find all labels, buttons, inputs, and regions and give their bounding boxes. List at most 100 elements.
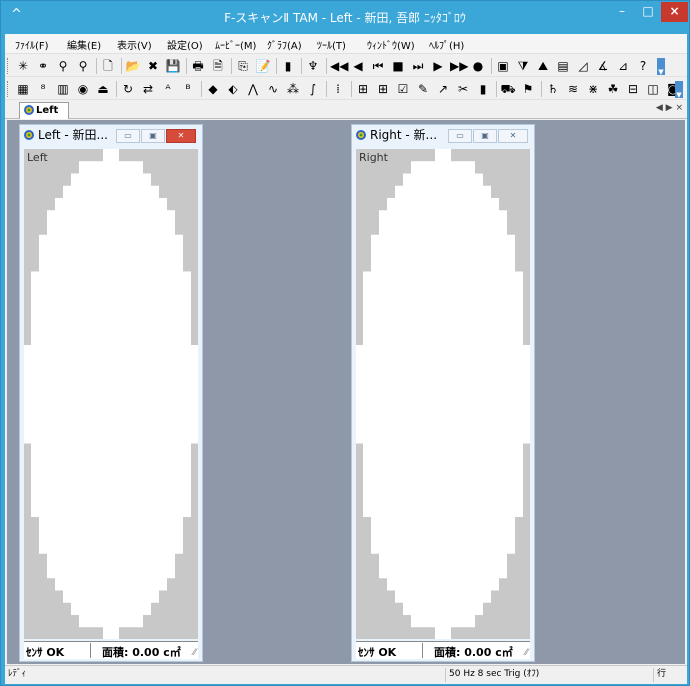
abc-2-icon[interactable]: ᴮ <box>180 81 196 97</box>
sparkle-icon[interactable]: ✳ <box>15 58 31 74</box>
rotate-icon[interactable]: ↻ <box>120 81 136 97</box>
graph-icon[interactable]: ✎ <box>415 81 431 97</box>
center-of-force-icon[interactable]: ◉ <box>75 81 91 97</box>
diff-icon[interactable]: ⋇ <box>585 81 601 97</box>
contour-icon[interactable]: ▥ <box>55 81 71 97</box>
left-area-readout: 面積: 0.00 c㎡ <box>102 646 181 659</box>
sensor-row <box>39 541 183 554</box>
first-frame-icon[interactable]: ⏮ <box>370 58 386 74</box>
right-window-statusbar: ｾﾝｻ OK 面積: 0.00 c㎡ ⁄⁄ <box>356 641 530 659</box>
play-icon[interactable]: ▶ <box>430 58 446 74</box>
right-window-restore-button[interactable]: ▣ <box>473 129 497 143</box>
right-pressure-plot[interactable]: Right <box>356 149 530 639</box>
menu-graph[interactable]: ｸﾞﾗﾌ(A) <box>267 37 302 52</box>
swap-icon[interactable]: ⇄ <box>140 81 156 97</box>
delete-icon[interactable]: ✖ <box>145 58 161 74</box>
menu-window[interactable]: ｳｨﾝﾄﾞｳ(W) <box>367 37 415 52</box>
fast-forward-icon[interactable]: ▶▶ <box>450 58 468 74</box>
car-icon[interactable]: ⛟ <box>500 81 516 97</box>
filter-icon[interactable]: ⧩ <box>515 58 531 74</box>
tab-left[interactable]: Left <box>19 102 69 119</box>
camera-icon[interactable]: ▣ <box>495 58 511 74</box>
pattern-icon[interactable]: ⁂ <box>285 81 301 97</box>
grid-color-icon[interactable]: ▦ <box>15 81 31 97</box>
sensor-row <box>356 357 530 370</box>
menu-help[interactable]: ﾍﾙﾌﾟ(H) <box>429 37 464 52</box>
menu-file[interactable]: ﾌｧｲﾙ(F) <box>15 37 49 52</box>
left-pressure-plot[interactable]: Left <box>24 149 198 639</box>
book-icon[interactable]: ▤ <box>555 58 571 74</box>
line-icon[interactable]: ⋀ <box>245 81 261 97</box>
stop-icon[interactable]: ■ <box>390 58 406 74</box>
resize-grip-icon[interactable]: ⁄⁄ <box>193 648 196 658</box>
split-v-icon[interactable]: ◫ <box>645 81 661 97</box>
save-icon[interactable]: 💾 <box>165 58 181 74</box>
title-bar[interactable]: ^ F-スキャンⅡ TAM - Left - 新田, 吾郎 ﾆｯﾀｺﾞﾛｳ – … <box>1 1 689 34</box>
cut-icon[interactable]: ✂ <box>455 81 471 97</box>
node-icon[interactable]: ⚭ <box>35 58 51 74</box>
sensor-icon[interactable]: ♆ <box>305 58 321 74</box>
left-window-close-button[interactable]: ✕ <box>166 129 196 143</box>
wave-2-icon[interactable]: ≋ <box>565 81 581 97</box>
open-folder-icon[interactable]: 📂 <box>125 58 141 74</box>
copy-icon[interactable]: ⎘ <box>235 58 251 74</box>
graph-check-icon[interactable]: ☑ <box>395 81 411 97</box>
help-icon[interactable]: ? <box>635 58 651 74</box>
left-plot-label: Left <box>27 151 48 164</box>
angle-icon[interactable]: ∡ <box>595 58 611 74</box>
sensor-map-icon[interactable]: ♄ <box>545 81 561 97</box>
toolbar-grip[interactable] <box>7 58 10 74</box>
print-icon[interactable]: 🖶 <box>190 58 206 74</box>
axis-icon[interactable]: ↗ <box>435 81 451 97</box>
split-h-icon[interactable]: ⊟ <box>625 81 641 97</box>
toolbar-overflow-icon[interactable]: ▼ <box>675 81 683 99</box>
menu-settings[interactable]: 設定(O) <box>167 37 203 52</box>
notes-icon[interactable]: 📝 <box>255 58 271 74</box>
sensor-row <box>371 247 515 260</box>
menu-bar: ﾌｧｲﾙ(F) 編集(E) 表示(V) 設定(O) ﾑｰﾋﾞｰ(M) ｸﾞﾗﾌ(… <box>5 34 687 54</box>
toolbar-grip[interactable] <box>7 81 10 97</box>
right-foot-window[interactable]: Right - 新... ▭ ▣ ✕ Right ｾﾝｻ OK 面積: 0.00… <box>351 124 535 662</box>
menu-tools[interactable]: ﾂｰﾙ(T) <box>317 37 346 52</box>
new-file-icon[interactable]: 🗋 <box>100 58 116 74</box>
print-preview-icon[interactable]: 🗎 <box>210 58 226 74</box>
bars-icon[interactable]: ▮ <box>475 81 491 97</box>
chart-icon[interactable]: ⊿ <box>615 58 631 74</box>
record-icon[interactable]: ● <box>470 58 486 74</box>
left-window-minimize-button[interactable]: ▭ <box>116 129 140 143</box>
menu-edit[interactable]: 編集(E) <box>67 37 101 52</box>
right-window-close-button[interactable]: ✕ <box>498 129 528 143</box>
gridview-icon[interactable]: ⊞ <box>375 81 391 97</box>
drop-icon[interactable]: ⬖ <box>225 81 241 97</box>
left-foot-window[interactable]: Left - 新田... ▭ ▣ ✕ Left ｾﾝｻ OK 面積: 0.00 … <box>19 124 203 662</box>
minimize-button[interactable]: – <box>609 2 635 22</box>
numeric-icon[interactable]: ⁸ <box>35 81 51 97</box>
maximize-button[interactable]: □ <box>635 2 661 22</box>
diamond-icon[interactable]: ◆ <box>205 81 221 97</box>
right-window-minimize-button[interactable]: ▭ <box>448 129 472 143</box>
table-icon[interactable]: ⊞ <box>355 81 371 97</box>
tab-navigation-controls[interactable]: ◀ ▶ × <box>656 103 683 113</box>
resize-grip-icon[interactable]: ⁄⁄ <box>525 648 528 658</box>
zoom-color-icon[interactable]: ⚲ <box>75 58 91 74</box>
measure-icon[interactable]: ◿ <box>575 58 591 74</box>
zoom-icon[interactable]: ⚲ <box>55 58 71 74</box>
walk-icon[interactable]: ⚑ <box>520 81 536 97</box>
last-frame-icon[interactable]: ⏭ <box>410 58 426 74</box>
wave-icon[interactable]: ∿ <box>265 81 281 97</box>
abc-1-icon[interactable]: ᴬ <box>160 81 176 97</box>
separator-grid-icon[interactable]: ⁞ <box>330 81 346 97</box>
rewind-icon[interactable]: ◀◀ <box>330 58 348 74</box>
menu-view[interactable]: 表示(V) <box>117 37 152 52</box>
leaf-icon[interactable]: ☘ <box>605 81 621 97</box>
sensor-row <box>395 185 491 199</box>
peaks-icon[interactable]: ⛰ <box>535 58 551 74</box>
step-back-icon[interactable]: ◀ <box>350 58 366 74</box>
scale-icon[interactable]: ▮ <box>280 58 296 74</box>
close-button[interactable]: × <box>661 2 688 22</box>
left-window-restore-button[interactable]: ▣ <box>141 129 165 143</box>
integral-icon[interactable]: ∫ <box>305 81 321 97</box>
menu-movie[interactable]: ﾑｰﾋﾞｰ(M) <box>215 37 256 52</box>
toolbar-overflow-icon[interactable]: ▼ <box>657 58 665 76</box>
force-trajectory-icon[interactable]: ⏏ <box>95 81 111 97</box>
